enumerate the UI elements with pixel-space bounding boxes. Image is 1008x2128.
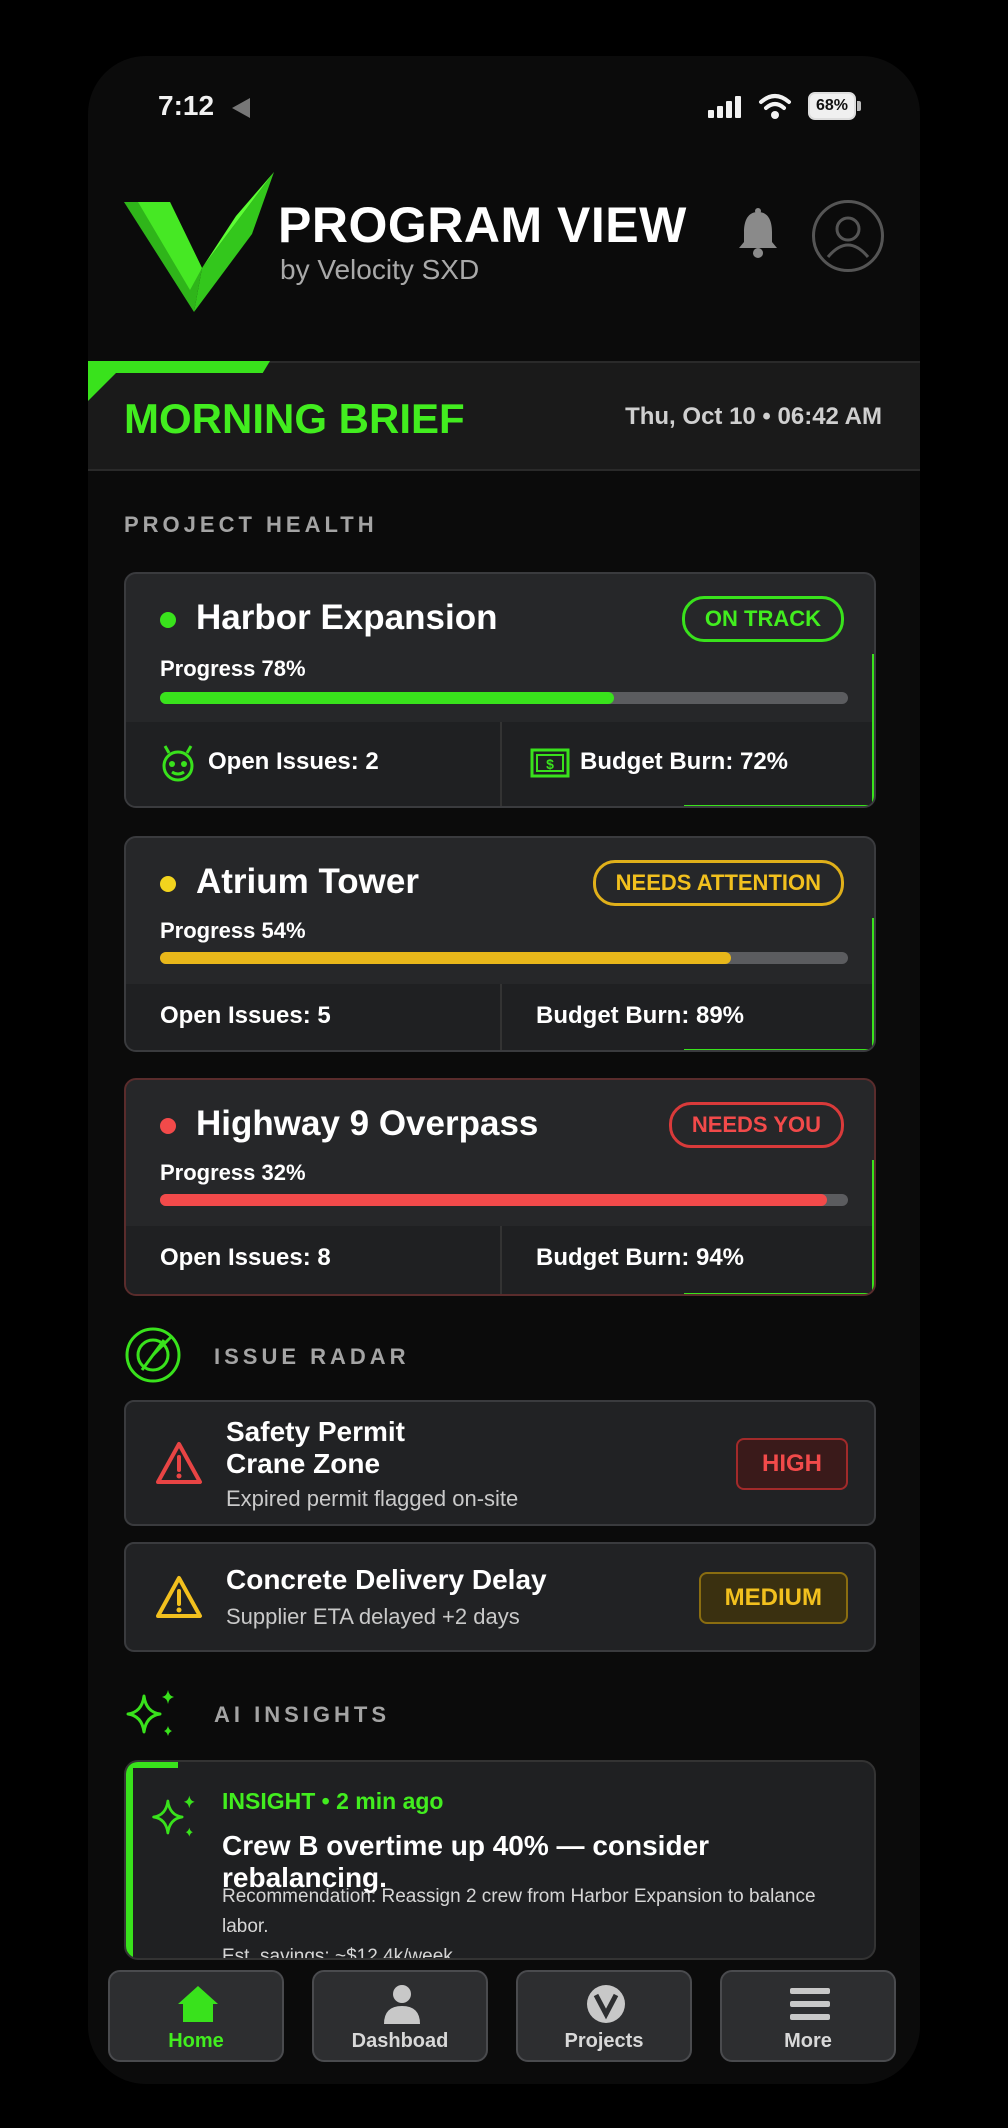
insight-savings: Est. savings: ~$12.4k/week. (222, 1946, 459, 1960)
project-card-highway[interactable]: Highway 9 Overpass NEEDS YOU Progress 32… (124, 1078, 876, 1296)
progress-label: Progress 78% (160, 656, 306, 681)
sparkle-icon (126, 1690, 174, 1736)
nav-label: Home (168, 2030, 224, 2052)
project-card-harbor[interactable]: Harbor Expansion ON TRACK Progress 78% O… (124, 572, 876, 808)
user-avatar[interactable] (812, 200, 884, 272)
phone-frame: 7:12 68% PROGRAM VIEW by Velocity SXD MO… (88, 56, 920, 2084)
progress-bar (160, 692, 848, 704)
issue-item-concrete-delay[interactable]: Concrete Delivery Delay Supplier ETA del… (124, 1542, 876, 1652)
insight-body: Recommendation: Reassign 2 crew from Har… (222, 1882, 862, 1960)
warning-icon (156, 1442, 202, 1484)
status-dot (160, 876, 176, 892)
issue-title-line2: Crane Zone (226, 1448, 381, 1479)
card-accent-bottom (684, 1293, 874, 1294)
project-health-label: PROJECT HEALTH (124, 512, 378, 537)
app-title: PROGRAM VIEW (278, 197, 687, 253)
ai-insights-label: AI INSIGHTS (214, 1702, 391, 1727)
open-issues: Open Issues: 2 (208, 748, 379, 775)
brief-title: MORNING BRIEF (124, 395, 465, 442)
brief-accent-corner (88, 361, 128, 401)
project-name: Highway 9 Overpass (196, 1104, 539, 1143)
project-card-atrium[interactable]: Atrium Tower NEEDS ATTENTION Progress 54… (124, 836, 876, 1052)
warning-icon (156, 1576, 202, 1618)
progress-label: Progress 32% (160, 1160, 306, 1185)
severity-badge: MEDIUM (698, 1572, 848, 1624)
status-badge: NEEDS ATTENTION (592, 860, 844, 906)
status-dot (160, 612, 176, 628)
issue-radar-label: ISSUE RADAR (214, 1344, 410, 1369)
velocity-badge-icon (587, 1985, 625, 2023)
budget-burn: Budget Burn: 94% (536, 1244, 745, 1271)
open-issues: Open Issues: 8 (160, 1244, 331, 1271)
nav-label: Dashboad (351, 2030, 449, 2052)
card-accent-bottom (684, 1049, 874, 1050)
status-dot (160, 1118, 176, 1134)
progress-label: Progress 54% (160, 918, 306, 943)
bell-icon[interactable] (736, 208, 780, 258)
card-accent-edge (872, 918, 874, 1050)
robot-face-icon (162, 745, 194, 782)
insight-card[interactable]: INSIGHT • 2 min ago Crew B overtime up 4… (124, 1760, 876, 1960)
nav-tab-projects[interactable]: Projects (516, 1970, 692, 2062)
signal-icon (708, 96, 744, 118)
status-badge: ON TRACK (681, 596, 844, 642)
person-icon (384, 1985, 420, 2024)
card-accent-edge (872, 1160, 874, 1294)
status-bar: 7:12 68% (88, 90, 920, 130)
bottom-nav: Home Dashboad Projects More (88, 1970, 920, 2084)
user-icon (826, 216, 870, 258)
morning-brief-banner: MORNING BRIEF Thu, Oct 10 • 06:42 AM (88, 361, 920, 471)
issue-title: Concrete Delivery Delay (226, 1564, 547, 1595)
hamburger-menu-icon (790, 1988, 830, 2020)
nav-label: More (784, 2030, 832, 2052)
open-issues: Open Issues: 5 (160, 1002, 331, 1029)
nav-tab-more[interactable]: More (720, 1970, 896, 2062)
card-accent-bottom (684, 805, 874, 806)
card-footer: Open Issues: 5 Budget Burn: 89% (126, 984, 874, 1050)
nav-label: Projects (564, 2030, 644, 2052)
card-footer: Open Issues: 8 Budget Burn: 94% (126, 1226, 874, 1294)
battery-indicator: 68% (808, 92, 861, 120)
nav-tab-home[interactable]: Home (108, 1970, 284, 2062)
issue-item-safety-permit[interactable]: Safety Permit Crane Zone Expired permit … (124, 1400, 876, 1526)
app-subtitle: by Velocity SXD (280, 254, 480, 285)
insight-meta: INSIGHT • 2 min ago (222, 1788, 444, 1814)
insight-accent-top (126, 1762, 178, 1768)
budget-burn: Budget Burn: 89% (536, 1002, 745, 1029)
budget-burn: Budget Burn: 72% (580, 748, 789, 775)
nav-tab-dashboard[interactable]: Dashboad (312, 1970, 488, 2062)
radar-icon (125, 1327, 181, 1383)
velocity-logo-icon (124, 172, 274, 312)
svg-text:$: $ (546, 756, 554, 772)
issue-description: Expired permit flagged on-site (226, 1486, 519, 1511)
progress-bar (160, 1194, 848, 1206)
issue-description: Supplier ETA delayed +2 days (226, 1604, 520, 1629)
insight-recommendation: Recommendation: Reassign 2 crew from Har… (222, 1886, 816, 1937)
home-icon (178, 1986, 218, 2022)
project-name: Harbor Expansion (196, 598, 498, 637)
severity-badge: HIGH (736, 1438, 848, 1490)
location-arrow-icon (232, 98, 250, 118)
sparkle-icon (152, 1795, 195, 1837)
status-time: 7:12 (158, 90, 215, 121)
issue-title-line1: Safety Permit (226, 1416, 405, 1447)
money-icon: $ (530, 748, 570, 778)
insight-accent-bar (126, 1762, 133, 1958)
brief-date: Thu, Oct 10 • 06:42 AM (625, 403, 882, 430)
status-badge: NEEDS YOU (668, 1102, 844, 1148)
card-footer: Open Issues: 2 $ Budget Burn: 72% (126, 722, 874, 806)
card-accent-edge (872, 654, 874, 806)
progress-bar (160, 952, 848, 964)
project-name: Atrium Tower (196, 862, 419, 901)
wifi-icon (759, 94, 791, 119)
